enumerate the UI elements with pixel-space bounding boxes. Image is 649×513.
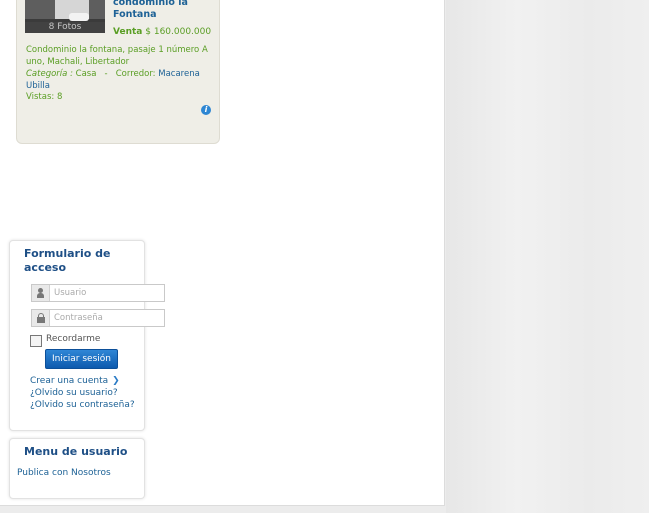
chevron-right-icon: ❯ (112, 376, 120, 386)
username-field (31, 284, 165, 302)
property-listing-card: 8 Fotos condominio la Fontana Venta $ 16… (16, 0, 220, 144)
property-meta: Categoría : Casa - Corredor: Macarena Ub… (26, 68, 216, 92)
category-value: Casa (75, 69, 97, 79)
user-menu-title: Menu de usuario (24, 445, 128, 458)
username-input[interactable] (50, 285, 162, 301)
car-image-shape (69, 13, 89, 21)
remember-me-checkbox[interactable] (30, 335, 42, 347)
property-views: Vistas: 8 (26, 92, 62, 102)
login-form-title: Formulario de acceso (24, 247, 111, 274)
price-kind: Venta (113, 27, 143, 37)
login-submit-button[interactable]: Iniciar sesión (45, 349, 118, 369)
photo-count-label: 8 Fotos (25, 22, 105, 33)
create-account-label: Crear una cuenta (30, 376, 109, 386)
forgot-password-link[interactable]: ¿Olvido su contraseña? (30, 400, 135, 410)
create-account-link[interactable]: Crear una cuenta ❯ (30, 376, 120, 386)
user-icon-box (32, 285, 50, 301)
user-menu-module: Menu de usuario Publica con Nosotros (9, 438, 145, 499)
info-icon[interactable]: i (201, 105, 211, 115)
lock-icon-box (32, 310, 50, 326)
login-form-module: Formulario de acceso Recordarme Iniciar … (9, 240, 165, 431)
price-value: $ 160.000.000 (145, 27, 212, 37)
forgot-username-link[interactable]: ¿Olvido su usuario? (30, 388, 118, 398)
page-background (446, 0, 649, 513)
main-content-panel: 8 Fotos condominio la Fontana Venta $ 16… (0, 0, 445, 506)
agent-label: Corredor: (115, 69, 156, 79)
user-icon (37, 288, 44, 298)
meta-separator: - (104, 69, 108, 79)
views-count: 8 (56, 92, 63, 102)
category-label: Categoría : (26, 69, 73, 79)
password-input[interactable] (50, 310, 162, 326)
views-label: Vistas: (26, 92, 55, 102)
property-thumbnail[interactable]: 8 Fotos (25, 0, 105, 33)
lock-icon (37, 313, 45, 323)
property-address: Condominio la fontana, pasaje 1 número A… (26, 45, 208, 67)
property-title-link[interactable]: condominio la Fontana (113, 0, 219, 21)
remember-me-label: Recordarme (46, 334, 101, 344)
menu-item-publica[interactable]: Publica con Nosotros (17, 468, 111, 478)
password-field (31, 309, 165, 327)
property-price: Venta $ 160.000.000 (113, 27, 211, 37)
